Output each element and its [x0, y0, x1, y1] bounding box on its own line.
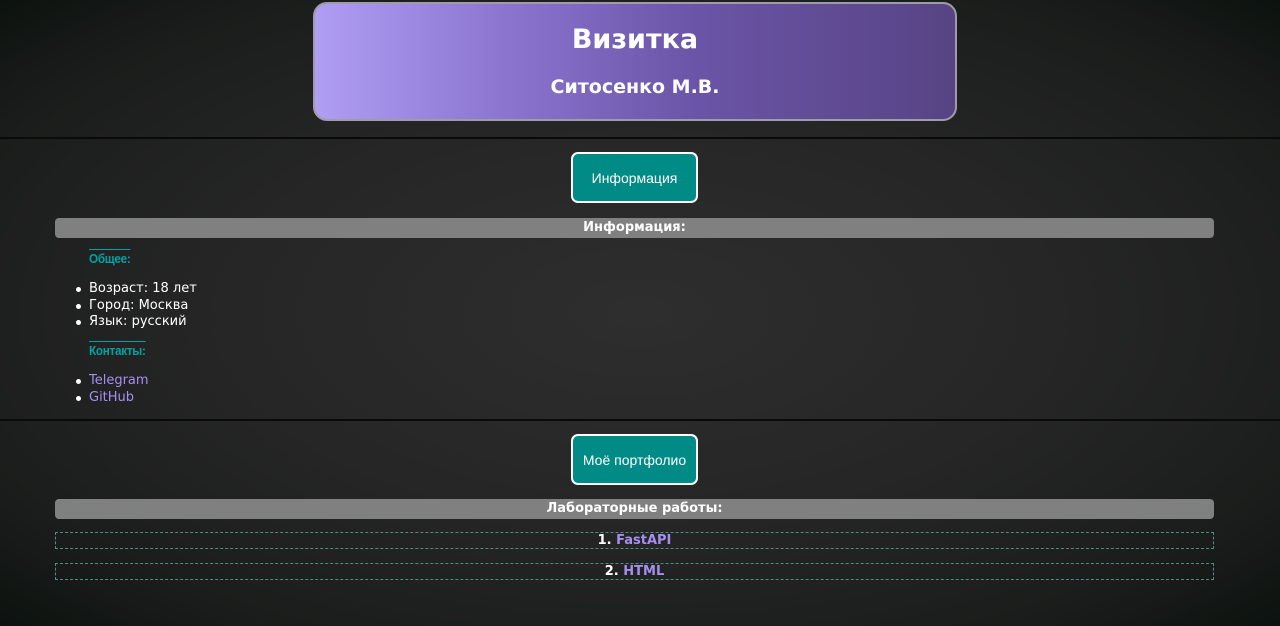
header-card: Визитка Ситосенко М.В. — [313, 2, 957, 121]
lab-row: 2. HTML — [55, 563, 1214, 580]
list-item: Telegram — [76, 373, 149, 390]
owner-name: Ситосенко М.В. — [550, 76, 720, 98]
github-link[interactable]: GitHub — [89, 390, 134, 405]
portfolio-button[interactable]: Моё портфолио — [571, 434, 698, 485]
list-item: Язык: русский — [76, 314, 197, 331]
telegram-link[interactable]: Telegram — [89, 373, 149, 388]
contacts-heading: Контакты: — [89, 341, 146, 358]
portfolio-button-label: Моё портфолио — [582, 451, 687, 468]
lab-link-fastapi[interactable]: FastAPI — [616, 533, 671, 548]
section-divider — [0, 137, 1280, 139]
section-divider — [0, 419, 1280, 421]
list-item: Возраст: 18 лет — [76, 281, 197, 296]
lab-row: 1. FastAPI — [55, 532, 1214, 549]
general-heading: Общее: — [89, 249, 131, 266]
info-section-bar: Информация: — [55, 218, 1214, 238]
info-button[interactable]: Информация — [571, 152, 698, 203]
contacts-list: Telegram GitHub — [76, 373, 149, 407]
list-item: GitHub — [76, 390, 149, 407]
labs-section-bar: Лабораторные работы: — [55, 499, 1214, 519]
header-section: Визитка Ситосенко М.В. — [0, 0, 1280, 137]
lab-number: 2. — [604, 564, 624, 579]
lab-link-html[interactable]: HTML — [623, 564, 664, 579]
lab-number: 1. — [597, 533, 617, 548]
page-title: Визитка — [571, 24, 699, 55]
general-list: Возраст: 18 лет Город: Москва Язык: русс… — [76, 281, 197, 331]
list-item: Город: Москва — [76, 298, 197, 315]
info-button-label: Информация — [591, 169, 678, 186]
